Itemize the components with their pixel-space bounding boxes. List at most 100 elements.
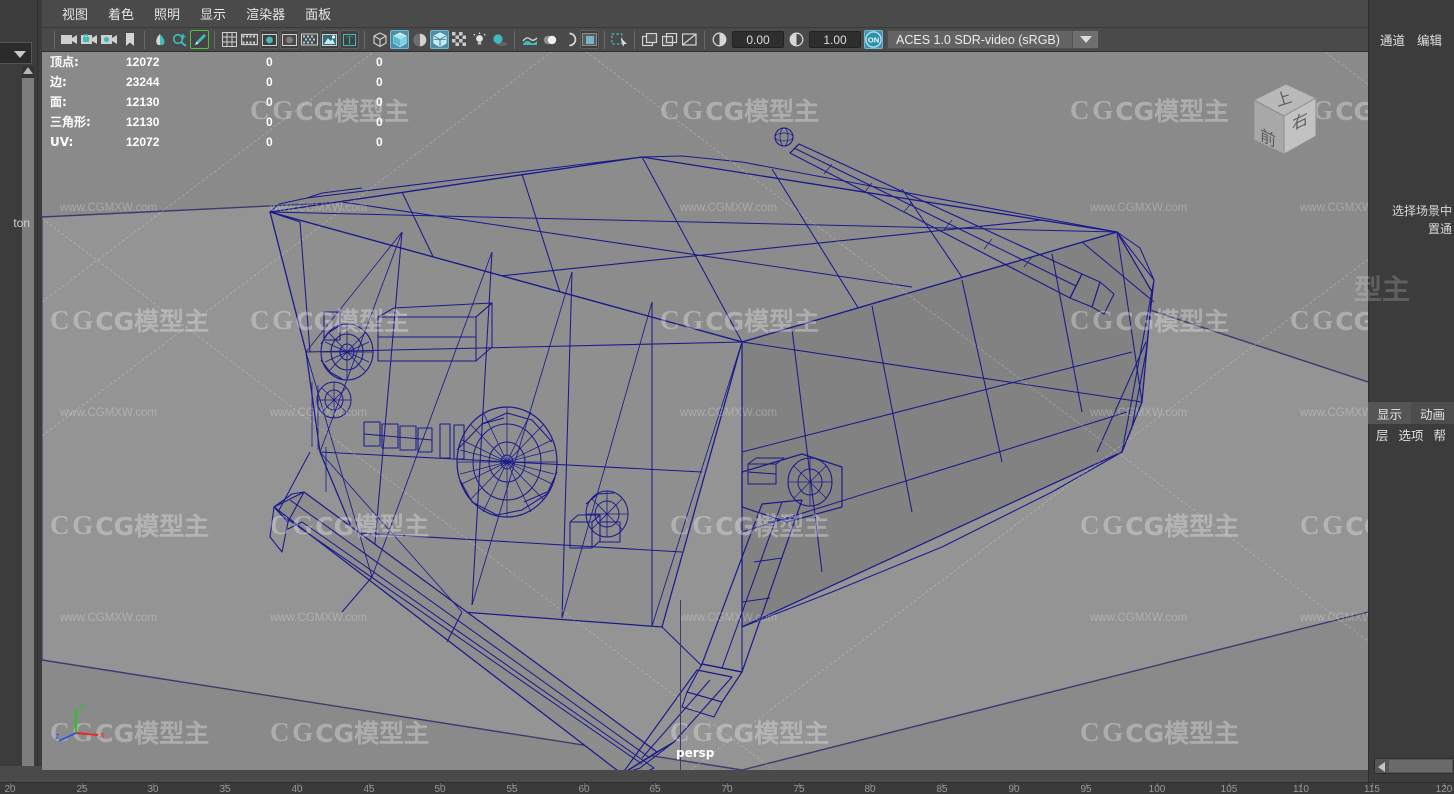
time-tick-label: 100 — [1148, 784, 1166, 794]
gate-mask-icon[interactable] — [280, 30, 299, 49]
grid-icon[interactable] — [220, 30, 239, 49]
time-tick-label: 120 — [1435, 784, 1453, 794]
no-image-plane-icon[interactable] — [680, 30, 699, 49]
use-all-lights-icon[interactable] — [470, 30, 489, 49]
menu-panels[interactable]: 面板 — [295, 1, 341, 26]
tab-display[interactable]: 显示 — [1368, 402, 1411, 424]
gamma-icon[interactable] — [787, 30, 806, 49]
hud-label-vertices: 顶点: — [50, 55, 79, 69]
viewport-3d[interactable]: 顶点: 12072 0 0 边: 23244 0 0 面: 12130 0 0 — [42, 52, 1368, 770]
view-cube[interactable]: 上 前 右 — [1234, 70, 1330, 171]
xray-icon[interactable] — [580, 30, 599, 49]
colorspace-dropdown[interactable]: ACES 1.0 SDR-video (sRGB) — [887, 30, 1099, 49]
right-panel-scroll-thumb[interactable] — [1389, 760, 1452, 772]
occlusion-icon[interactable] — [520, 30, 539, 49]
left-rail-scrollbar[interactable] — [22, 66, 34, 768]
hud-row: 顶点: 12072 0 0 — [50, 52, 486, 72]
menu-show[interactable]: 显示 — [190, 1, 236, 26]
left-rail-dropdown[interactable] — [0, 42, 32, 64]
select-camera-icon[interactable] — [170, 30, 189, 49]
wireframe-icon[interactable] — [370, 30, 389, 49]
menu-lighting[interactable]: 照明 — [144, 1, 190, 26]
menu-options[interactable]: 选项 — [1399, 425, 1424, 444]
toolbar-separator — [54, 30, 55, 49]
hud-label-edges: 边: — [50, 75, 67, 89]
menu-help[interactable]: 帮 — [1434, 425, 1447, 444]
motion-blur-icon[interactable] — [540, 30, 559, 49]
right-panel-divider — [1368, 0, 1369, 794]
toolbar-separator — [514, 30, 515, 49]
anti-alias-icon[interactable] — [560, 30, 579, 49]
chevron-up-icon[interactable] — [23, 67, 33, 74]
hud-row: 三角形: 12130 0 0 — [50, 112, 486, 132]
camera-line — [680, 600, 681, 770]
time-tick-label: 30 — [147, 784, 159, 794]
right-panel-hscrollbar[interactable] — [1374, 758, 1454, 774]
menu-layers[interactable]: 层 — [1376, 425, 1389, 444]
isolate-select-icon[interactable] — [610, 30, 629, 49]
toolbar-separator — [214, 30, 215, 49]
axis-gizmo: y x z — [54, 691, 114, 756]
hud-value: 0 — [266, 135, 273, 149]
maya-viewport-window: ton 视图 着色 照明 显示 渲染器 面板 T 0.00 1.00 ON AC… — [0, 0, 1454, 794]
time-tick-label: 75 — [793, 784, 805, 794]
axis-y-label: y — [80, 701, 85, 711]
exposure-icon[interactable] — [710, 30, 729, 49]
menu-view[interactable]: 视图 — [52, 1, 98, 26]
gamma-value[interactable]: 1.00 — [809, 31, 861, 48]
smooth-shade-icon[interactable] — [390, 30, 409, 49]
time-tick-label: 105 — [1220, 784, 1238, 794]
grease-pencil-icon[interactable] — [190, 30, 209, 49]
colorspace-value: ACES 1.0 SDR-video (sRGB) — [896, 32, 1060, 47]
color-management-toggle[interactable]: ON — [864, 30, 883, 49]
viewport-hud-stats: 顶点: 12072 0 0 边: 23244 0 0 面: 12130 0 0 — [50, 52, 486, 152]
time-tick-label: 25 — [76, 784, 88, 794]
channel-box-empty-hint: 选择场景中 置通 — [1368, 202, 1454, 238]
time-tick-label: 20 — [4, 784, 16, 794]
safe-action-icon[interactable] — [320, 30, 339, 49]
chevron-left-icon[interactable] — [1378, 762, 1385, 772]
time-tick-label: 80 — [864, 784, 876, 794]
field-chart-icon[interactable] — [300, 30, 319, 49]
menu-channels[interactable]: 通道 — [1380, 30, 1405, 49]
time-tick-label: 65 — [649, 784, 661, 794]
hud-row: 边: 23244 0 0 — [50, 72, 486, 92]
time-tick-label: 50 — [434, 784, 446, 794]
two-sided-lighting-icon[interactable] — [150, 30, 169, 49]
resolution-gate-icon[interactable] — [260, 30, 279, 49]
smooth-shade-textured-icon[interactable] — [410, 30, 429, 49]
hud-value: 0 — [376, 75, 383, 89]
safe-title-icon[interactable]: T — [340, 30, 359, 49]
tab-anim[interactable]: 动画 — [1411, 402, 1454, 424]
hud-value: 0 — [376, 95, 383, 109]
texture-icon[interactable] — [450, 30, 469, 49]
film-gate-icon[interactable] — [240, 30, 259, 49]
camera-settings-icon[interactable] — [100, 30, 119, 49]
shadows-icon[interactable] — [490, 30, 509, 49]
image-plane-icon[interactable] — [640, 30, 659, 49]
menu-shading[interactable]: 着色 — [98, 1, 144, 26]
lock-camera-icon[interactable] — [80, 30, 99, 49]
menu-edit[interactable]: 编辑 — [1417, 30, 1442, 49]
chevron-down-icon[interactable] — [1072, 31, 1098, 48]
left-rail-scroll-thumb[interactable] — [22, 78, 34, 768]
viewport-toolbar: T 0.00 1.00 ON ACES 1.0 SDR-video (sRGB) — [42, 28, 1368, 52]
copy-view-icon[interactable] — [660, 30, 679, 49]
channel-box-menubar: 通道 编辑 — [1368, 28, 1454, 50]
viewport-footer-strip — [42, 770, 1368, 782]
time-tick-label: 90 — [1008, 784, 1020, 794]
layer-editor-tabs: 显示 动画 — [1368, 402, 1454, 424]
left-rail-footer — [0, 766, 42, 782]
time-slider[interactable]: 20 25 30 35 40 45 50 55 60 65 70 75 80 85 90 95 100 105 11… — [0, 782, 1454, 794]
time-tick-label: 115 — [1364, 784, 1380, 794]
camera-icon[interactable] — [60, 30, 79, 49]
wireframe-on-shaded-icon[interactable] — [430, 30, 449, 49]
menu-renderer[interactable]: 渲染器 — [236, 1, 295, 26]
toolbar-separator — [144, 30, 145, 49]
bookmark-icon[interactable] — [120, 30, 139, 49]
time-tick-label: 35 — [219, 784, 231, 794]
time-tick-label: 55 — [506, 784, 518, 794]
exposure-value[interactable]: 0.00 — [732, 31, 784, 48]
hud-row: 面: 12130 0 0 — [50, 92, 486, 112]
wireframe-model[interactable] — [42, 52, 1368, 770]
